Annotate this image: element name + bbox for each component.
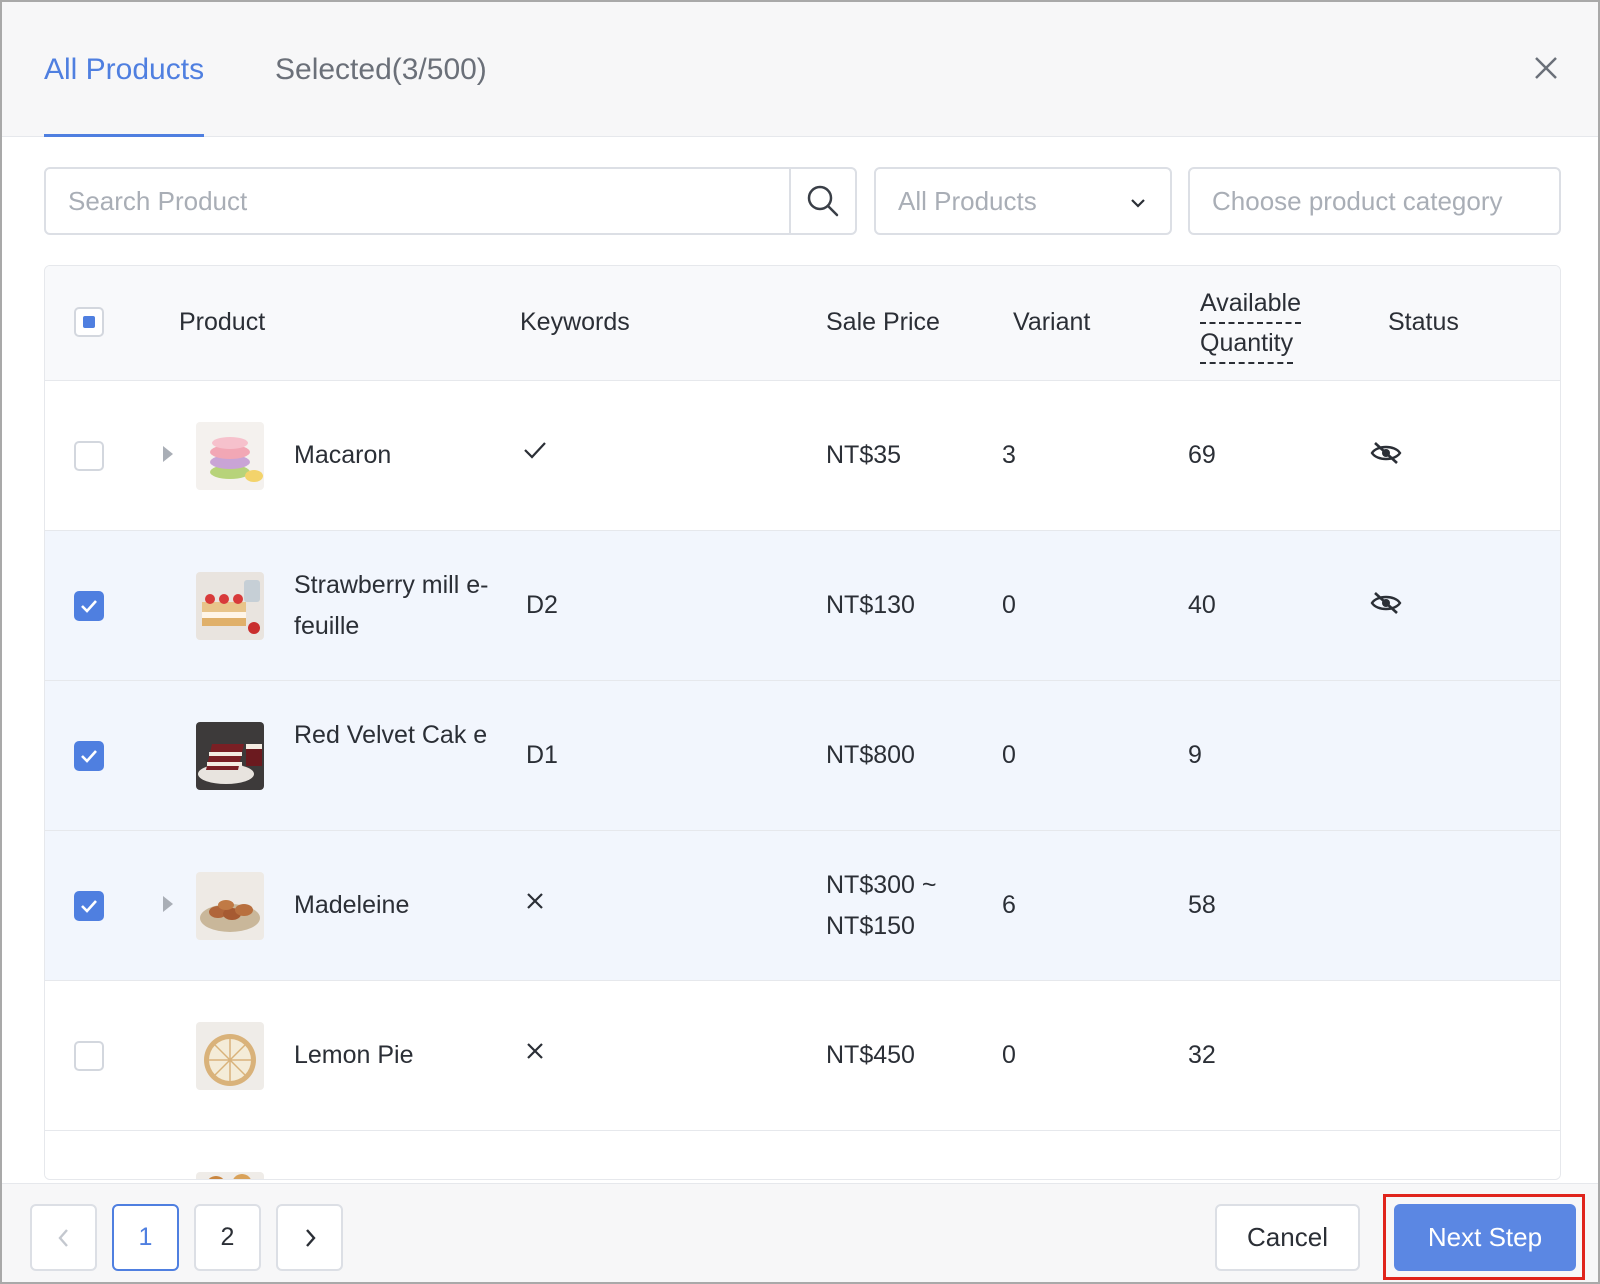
eye-off-icon[interactable] <box>1370 440 1402 466</box>
next-page-button[interactable] <box>276 1204 343 1271</box>
dialog-header: All Products Selected(3/500) <box>2 2 1598 137</box>
products-table: Product Keywords Sale Price Variant Avai… <box>44 265 1561 1180</box>
row-checkbox[interactable] <box>74 741 104 771</box>
sale-price: NT$130 <box>826 591 915 619</box>
sale-price: NT$450 <box>826 1041 915 1069</box>
table-header: Product Keywords Sale Price Variant Avai… <box>45 266 1560 381</box>
next-step-label: Next Step <box>1427 1222 1543 1252</box>
table-row[interactable]: Lemon Pie NT$450 0 32 <box>45 981 1560 1131</box>
next-step-button[interactable]: Next Step <box>1394 1204 1576 1271</box>
product-picker-dialog: All Products Selected(3/500) All Product… <box>0 0 1600 1284</box>
keyword: D2 <box>526 591 558 619</box>
checkmark-icon <box>81 750 97 763</box>
search-box <box>44 167 857 235</box>
available-quantity: 40 <box>1188 591 1216 619</box>
table-row[interactable] <box>45 1131 1560 1179</box>
variant-count: 0 <box>1002 741 1016 769</box>
header-sale-price: Sale Price <box>826 308 940 336</box>
product-filter-value: All Products <box>898 185 1037 216</box>
select-all-checkbox[interactable] <box>74 307 104 337</box>
product-name[interactable]: Madeleine <box>294 885 409 926</box>
row-checkbox[interactable] <box>74 591 104 621</box>
tab-selected-products[interactable]: Selected(3/500) <box>275 2 487 137</box>
caret-right-icon[interactable] <box>161 445 175 463</box>
variant-count: 3 <box>1002 441 1016 469</box>
page-1-button[interactable]: 1 <box>112 1204 179 1271</box>
variant-count: 0 <box>1002 1041 1016 1069</box>
search-icon <box>807 185 839 217</box>
product-thumbnail <box>196 722 264 790</box>
product-name[interactable]: Strawberry mill e-feuille <box>294 565 494 647</box>
row-checkbox[interactable] <box>74 1041 104 1071</box>
product-name[interactable]: Lemon Pie <box>294 1035 414 1076</box>
header-variant: Variant <box>1013 308 1091 336</box>
product-thumbnail <box>196 1022 264 1090</box>
cross-icon <box>527 893 543 909</box>
search-button[interactable] <box>789 169 855 233</box>
product-name[interactable]: Red Velvet Cak e <box>294 715 494 756</box>
available-quantity: 32 <box>1188 1041 1216 1069</box>
page-1-label: 1 <box>138 1223 153 1251</box>
sale-price: NT$800 <box>826 741 915 769</box>
search-input[interactable] <box>46 169 789 233</box>
variant-count: 0 <box>1002 591 1016 619</box>
checkmark-icon <box>81 900 97 913</box>
category-select[interactable]: Choose product category <box>1188 167 1561 235</box>
product-thumbnail <box>196 422 264 490</box>
chevron-down-icon <box>1131 199 1145 208</box>
row-checkbox[interactable] <box>74 891 104 921</box>
product-name[interactable]: Macaron <box>294 435 391 476</box>
eye-off-icon[interactable] <box>1370 590 1402 616</box>
tab-selected-products-label: Selected(3/500) <box>275 52 487 86</box>
close-button[interactable] <box>1526 48 1566 88</box>
close-icon <box>1535 57 1557 79</box>
sale-price: NT$35 <box>826 441 902 469</box>
tab-all-products-label: All Products <box>44 52 205 86</box>
available-quantity: 69 <box>1188 441 1216 469</box>
table-row[interactable]: Madeleine NT$300 ~ NT$150 6 58 <box>45 831 1560 981</box>
checkmark-icon <box>81 600 97 613</box>
header-available-line1: Available <box>1200 284 1302 324</box>
header-product: Product <box>179 308 266 336</box>
cross-icon <box>527 1043 543 1059</box>
header-available-line2: Quantity <box>1200 324 1294 364</box>
page-2-label: 2 <box>220 1223 235 1251</box>
row-checkbox[interactable] <box>74 441 104 471</box>
table-row[interactable]: Macaron NT$35 3 69 <box>45 381 1560 531</box>
cancel-label: Cancel <box>1247 1222 1328 1252</box>
prev-page-button[interactable] <box>30 1204 97 1271</box>
product-thumbnail <box>196 1172 264 1179</box>
variant-count: 6 <box>1002 891 1016 919</box>
table-row[interactable]: Red Velvet Cak e D1 NT$800 0 9 <box>45 681 1560 831</box>
chevron-right-icon <box>305 1228 316 1247</box>
page-2-button[interactable]: 2 <box>194 1204 261 1271</box>
sale-price: NT$300 ~ NT$150 <box>826 871 937 940</box>
caret-right-icon[interactable] <box>161 895 175 913</box>
cancel-button[interactable]: Cancel <box>1215 1204 1360 1271</box>
header-keywords: Keywords <box>520 308 630 336</box>
keyword: D1 <box>526 741 558 769</box>
product-thumbnail <box>196 872 264 940</box>
table-row[interactable]: Strawberry mill e-feuille D2 NT$130 0 40 <box>45 531 1560 681</box>
available-quantity: 58 <box>1188 891 1216 919</box>
header-status: Status <box>1388 308 1459 336</box>
chevron-left-icon <box>57 1228 68 1247</box>
header-available-quantity[interactable]: Available Quantity <box>1200 284 1302 364</box>
category-placeholder: Choose product category <box>1212 185 1503 216</box>
dialog-footer: 1 2 Cancel Next Step <box>2 1183 1598 1282</box>
product-filter-select[interactable]: All Products <box>874 167 1172 235</box>
check-icon <box>524 442 546 459</box>
available-quantity: 9 <box>1188 741 1202 769</box>
product-thumbnail <box>196 572 264 640</box>
tab-all-products[interactable]: All Products <box>44 2 205 137</box>
